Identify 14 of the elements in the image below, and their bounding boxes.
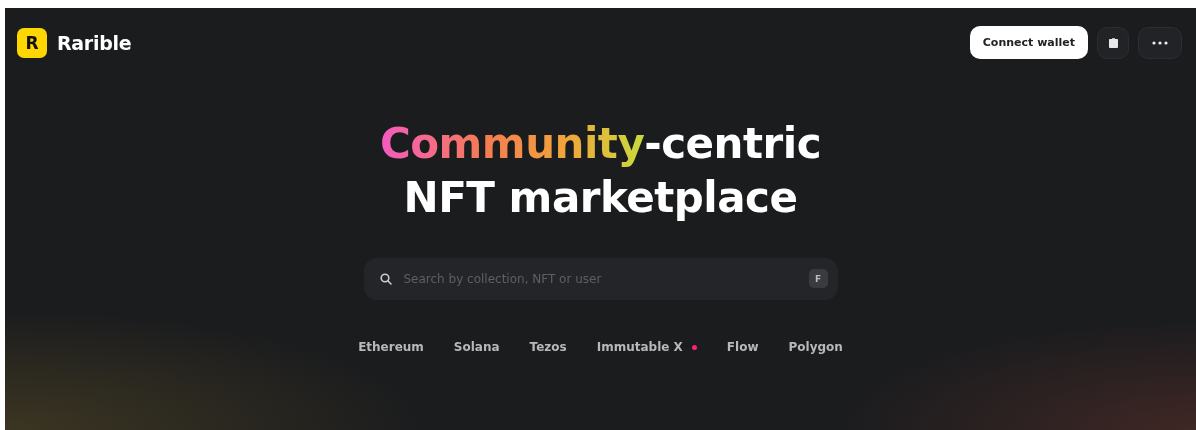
more-button[interactable]: [1138, 26, 1182, 59]
headline: Community-centric NFT marketplace: [379, 118, 822, 224]
chain-link[interactable]: Ethereum: [343, 334, 439, 360]
chain-link[interactable]: Tezos: [514, 334, 582, 360]
logo-name[interactable]: Rarible: [57, 31, 132, 54]
chain-link[interactable]: Immutable X: [581, 334, 712, 360]
bag-icon: [1108, 37, 1118, 48]
logo-mark[interactable]: R: [17, 27, 47, 58]
bag-button[interactable]: [1097, 26, 1129, 59]
chain-link[interactable]: Polygon: [773, 334, 858, 360]
chain-link[interactable]: Flow: [711, 334, 774, 360]
more-icon: [1152, 40, 1168, 45]
connect-wallet-button[interactable]: Connect wallet: [969, 26, 1088, 59]
chain-link[interactable]: Solana: [438, 334, 515, 360]
